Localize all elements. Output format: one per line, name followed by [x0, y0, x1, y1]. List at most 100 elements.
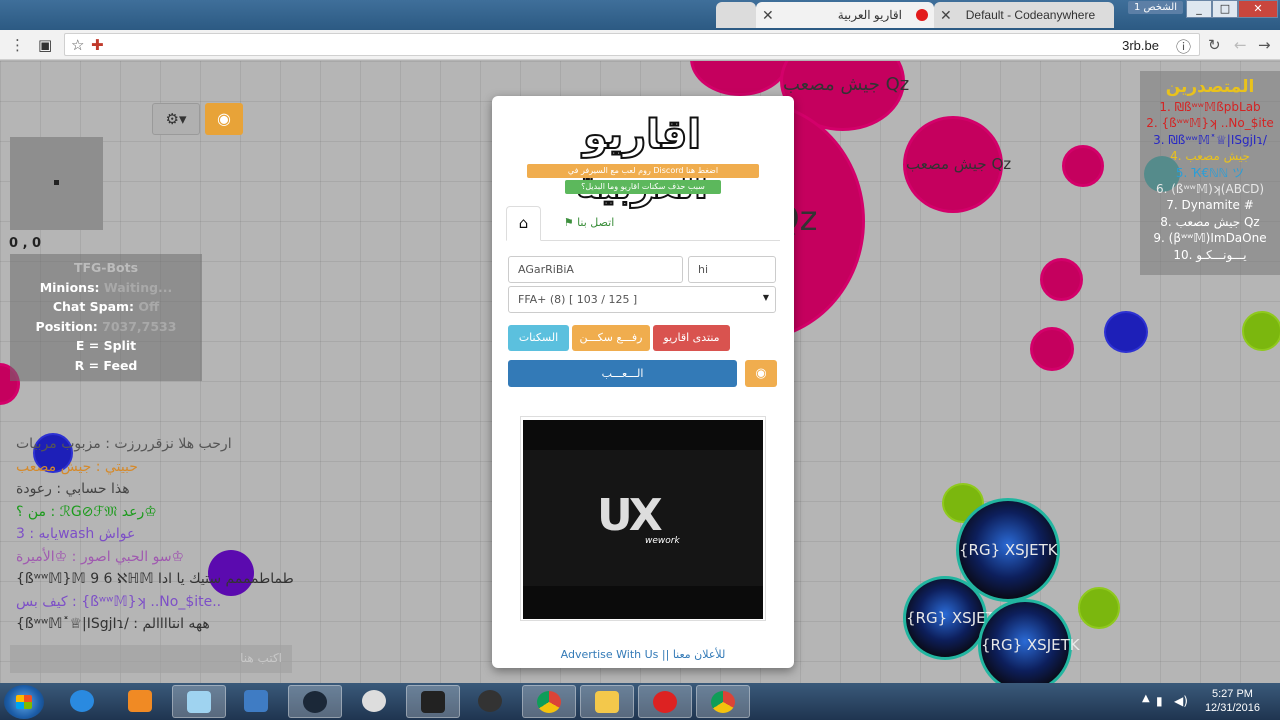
chat-message: حبيتي : جيش مصعب — [16, 458, 138, 475]
play-button[interactable]: الـــعـــب — [508, 360, 737, 387]
reload-icon[interactable]: ↻ — [1208, 36, 1221, 54]
taskbar-alien[interactable] — [348, 685, 402, 718]
recorder-icon — [653, 691, 677, 713]
split-help: E = Split — [75, 338, 137, 353]
tag-input[interactable]: hi — [688, 256, 776, 283]
player-cell — [690, 61, 790, 96]
close-icon[interactable]: ✕ — [756, 7, 780, 24]
skins-news-link[interactable]: سبب حذف سكنات اقاريو وما البديل؟ — [565, 180, 721, 194]
skins-button[interactable]: السكنات — [508, 325, 569, 351]
tab-codeanywhere[interactable]: ✕ Default - Codeanywhere — [934, 2, 1114, 28]
leaderboard: المتصدرين 1. ₪ßʷʷ𝕄ßpbLab 2. {ßʷʷ𝕄}ʞ ..No… — [1140, 71, 1280, 275]
codeanywhere-icon — [1104, 10, 1114, 20]
settings-button[interactable]: ⚙▾ — [152, 103, 200, 135]
address-toolbar: ⋮ ▣ ☆ ✚ 3rb.be ⓘ ↻ ← → — [0, 30, 1280, 60]
media-player-icon — [128, 690, 152, 712]
taskbar-chrome[interactable] — [522, 685, 576, 718]
network-icon — [244, 690, 268, 712]
eye-icon: ◉ — [217, 109, 231, 128]
tab-title: Default - Codeanywhere — [965, 8, 1096, 22]
tab-agario-arabic[interactable]: ✕ اقاريو العربية — [756, 2, 934, 28]
leaderboard-entry: 9. (βʷʷ𝕄)ImDaOne — [1153, 231, 1267, 246]
spectate-toggle-button[interactable]: ◉ — [205, 103, 243, 135]
cell-name: جيش مصعب Qz — [783, 74, 910, 95]
chat-log: ارحب هلا نزقرررزت : مزبوب مربيات حبيتي :… — [16, 433, 306, 636]
taskbar-explorer[interactable] — [580, 685, 634, 718]
ad-frame: UX wework — [520, 416, 766, 621]
windows-logo-icon — [16, 695, 32, 709]
windows-taskbar: ▲ ▮ ◀) 5:27 PM 12/31/2016 — [0, 683, 1280, 720]
taskbar-ie[interactable] — [56, 685, 110, 718]
cell-name: {RG} XSJETK — [906, 609, 1005, 627]
taskbar-network[interactable] — [230, 685, 284, 718]
extension-icon[interactable]: ▣ — [38, 36, 52, 54]
taskbar-video[interactable] — [406, 685, 460, 718]
chat-input[interactable]: اكتب هنا — [10, 645, 292, 673]
back-arrow-icon[interactable]: → — [1258, 36, 1271, 54]
player-cell — [1078, 587, 1120, 629]
info-icon[interactable]: ⓘ — [1176, 36, 1191, 57]
chat-message: {ßʷʷ𝕄}𝕄 9 6 ℵℍ𝕄 طماطمممم ستيك يا ادا — [16, 571, 294, 587]
new-tab-button[interactable] — [716, 2, 756, 28]
eye-icon: ◉ — [755, 366, 767, 381]
discord-promo-link[interactable]: روم لعب مع السيرفر في Discord اضغط هنا — [527, 164, 759, 178]
nickname-input[interactable]: AGarRiBiA — [508, 256, 683, 283]
server-select[interactable]: FFA+ (8) [ 103 / 125 ] ▼ — [508, 286, 776, 313]
film-icon — [421, 691, 445, 713]
leaderboard-entry: 2. {ßʷʷ𝕄}ʞ ..No_$ite — [1146, 116, 1274, 131]
player-cell: {RG} XSJETK — [978, 599, 1080, 683]
folder-icon — [595, 691, 619, 713]
forward-arrow-icon[interactable]: ← — [1234, 36, 1247, 54]
advertise-link[interactable]: Advertise With Us || للأعلان معنا — [492, 648, 794, 661]
home-icon: ⌂ — [518, 214, 529, 232]
omnibox[interactable]: ☆ ✚ 3rb.be ⓘ — [64, 33, 1200, 56]
alien-icon — [362, 690, 386, 712]
upload-skin-button[interactable]: رفـــع سكـــن — [572, 325, 650, 351]
minimap — [10, 137, 103, 230]
advertisement[interactable]: UX wework — [523, 420, 763, 619]
volume-icon[interactable]: ◀) — [1174, 694, 1188, 708]
start-button[interactable] — [4, 685, 44, 719]
tab-contact[interactable]: ⚑ اتصل بنا — [554, 206, 624, 241]
clock[interactable]: 5:27 PM 12/31/2016 — [1205, 687, 1260, 715]
close-window-button[interactable]: ✕ — [1238, 0, 1278, 18]
taskbar-penguin[interactable] — [464, 685, 518, 718]
bot-panel: TFG-Bots Minions: Waiting... Chat Spam: … — [10, 254, 202, 381]
internet-explorer-icon — [70, 690, 94, 712]
star-icon[interactable]: ☆ — [71, 36, 84, 54]
taskbar-notepad[interactable] — [172, 685, 226, 718]
coordinates: 0 , 0 — [9, 236, 42, 251]
clock-time: 5:27 PM — [1211, 688, 1253, 700]
taskbar-media[interactable] — [114, 685, 168, 718]
taskbar-chrome-2[interactable] — [696, 685, 750, 718]
tab-title: اقاريو العربية — [837, 8, 902, 22]
puzzle-icon[interactable]: ✚ — [91, 36, 104, 54]
steam-icon — [303, 691, 327, 713]
network-status-icon[interactable]: ▮ — [1156, 694, 1170, 708]
leaderboard-entry: 4. جيش مصعب — [1170, 149, 1250, 164]
url-text: 3rb.be — [1122, 38, 1159, 53]
forum-button[interactable]: منتدى اقاريو — [653, 325, 730, 351]
show-hidden-icons-icon[interactable]: ▲ — [1142, 693, 1150, 704]
minions-label: Minions: — [39, 279, 100, 295]
minimap-player-marker — [54, 180, 59, 185]
minimize-button[interactable]: _ — [1186, 0, 1212, 18]
player-cell: جيش مصعب Qz — [903, 116, 1011, 213]
recording-dot-icon — [916, 9, 928, 21]
taskbar-recorder[interactable] — [638, 685, 692, 718]
system-tray: ▲ ▮ ◀) 5:27 PM 12/31/2016 — [1130, 683, 1280, 720]
spectate-button[interactable]: ◉ — [745, 360, 777, 387]
leaderboard-entry: 1. ₪ßʷʷ𝕄ßpbLab — [1159, 100, 1261, 114]
chrome-icon — [537, 691, 561, 713]
cell-name: {RG} XSJETK — [959, 541, 1058, 559]
tab-home[interactable]: ⌂ — [506, 206, 541, 241]
minions-value: Waiting... — [103, 279, 173, 295]
maximize-button[interactable]: □ — [1212, 0, 1238, 18]
player-cell — [1040, 258, 1083, 301]
taskbar-steam[interactable] — [288, 685, 342, 718]
chat-message: من ؟ : ℛG⊘ℱ𝔐 رعد♔ — [16, 503, 157, 520]
menu-dots-icon[interactable]: ⋮ — [10, 36, 25, 54]
close-icon[interactable]: ✕ — [934, 7, 958, 24]
profile-button[interactable]: الشخص 1 — [1128, 1, 1184, 14]
leaderboard-entry: 3. ₪ßʷʷ𝕄˟♕|ISgjIɿ/ — [1153, 132, 1267, 147]
